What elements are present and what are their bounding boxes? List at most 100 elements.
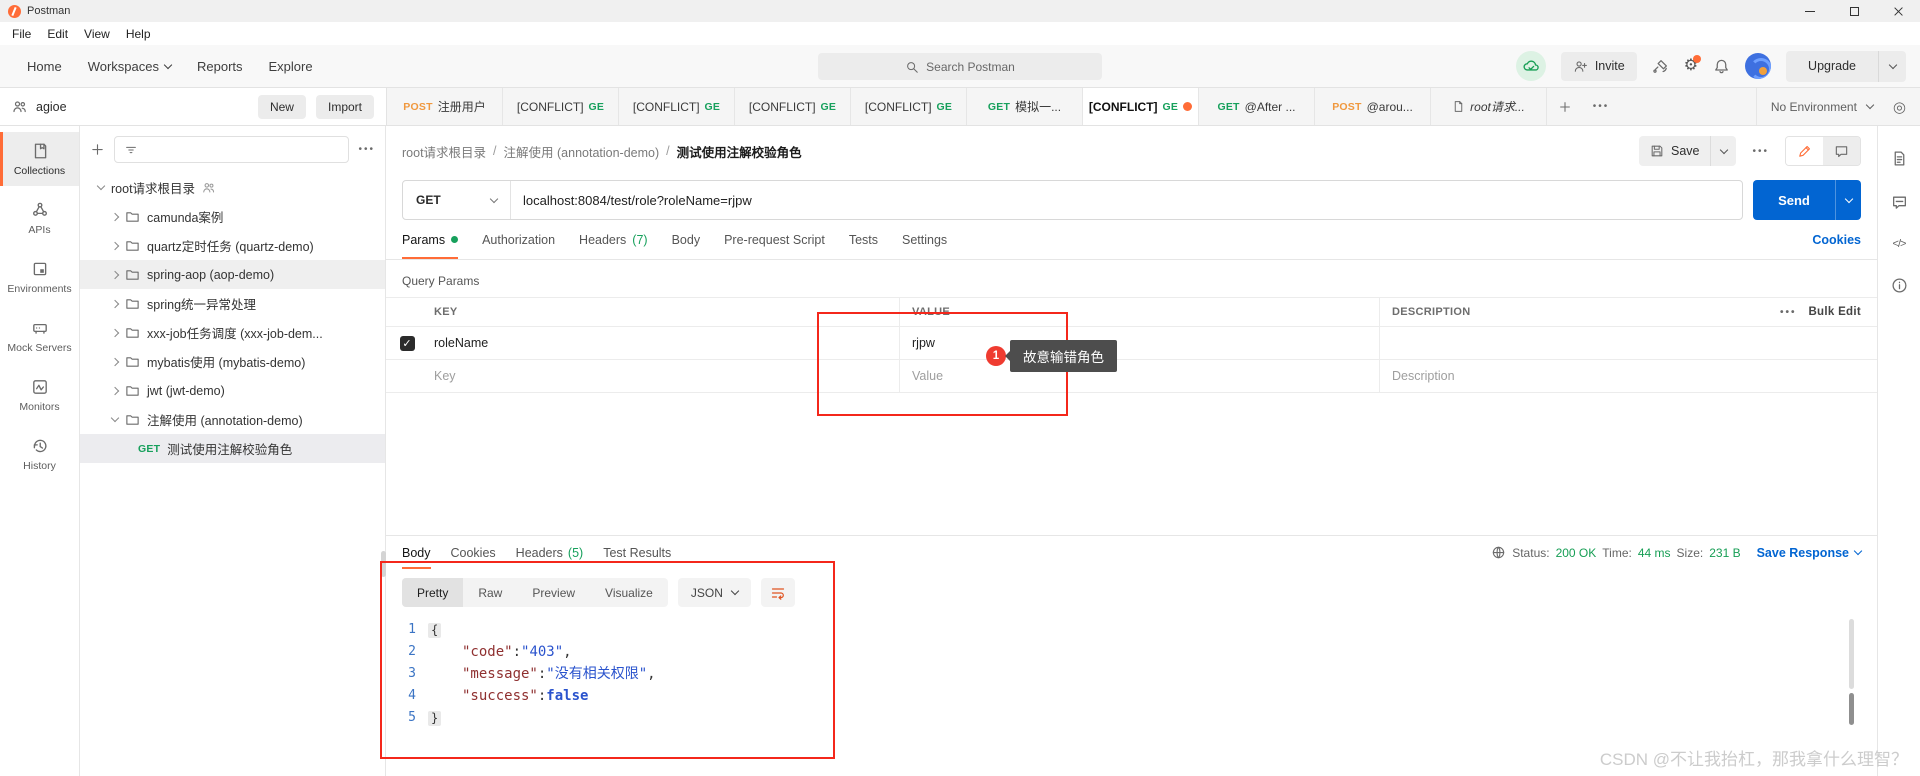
send-button[interactable]: Send: [1753, 180, 1861, 220]
tab-authorization[interactable]: Authorization: [482, 220, 555, 259]
placeholder-description-cell[interactable]: Description: [1379, 360, 1777, 392]
view-pretty[interactable]: Pretty: [402, 578, 464, 607]
view-raw[interactable]: Raw: [463, 578, 517, 607]
method-select[interactable]: GET: [403, 181, 511, 219]
line-number[interactable]: 2: [386, 641, 428, 663]
line-number[interactable]: 4: [386, 685, 428, 707]
bell-icon[interactable]: [1713, 58, 1730, 75]
folder-spring-aop[interactable]: spring-aop (aop-demo): [80, 260, 385, 289]
tab-conflict-4[interactable]: [CONFLICT] GE: [851, 88, 967, 125]
cookies-link[interactable]: Cookies: [1812, 220, 1861, 259]
tab-root-doc[interactable]: root请求...: [1431, 88, 1547, 125]
upgrade-button[interactable]: Upgrade: [1786, 50, 1906, 82]
invite-button[interactable]: Invite: [1560, 51, 1637, 81]
nav-workspaces[interactable]: Workspaces: [75, 51, 184, 82]
param-value-cell[interactable]: rjpw: [899, 327, 1379, 359]
new-tab-button[interactable]: [1547, 88, 1583, 125]
close-button[interactable]: [1876, 0, 1920, 22]
request-more-button[interactable]: •••: [1752, 146, 1769, 157]
url-input[interactable]: [511, 192, 1742, 208]
folder-mybatis[interactable]: mybatis使用 (mybatis-demo): [80, 347, 385, 376]
menu-help[interactable]: Help: [118, 24, 159, 44]
tab-headers[interactable]: Headers (7): [579, 220, 648, 259]
folder-annotation[interactable]: 注解使用 (annotation-demo): [80, 405, 385, 434]
tab-settings[interactable]: Settings: [902, 220, 947, 259]
tab-conflict-active[interactable]: [CONFLICT] GE: [1083, 88, 1199, 125]
comment-mode-button[interactable]: [1823, 137, 1860, 165]
rail-history[interactable]: History: [0, 427, 79, 481]
sidebar-resize-handle[interactable]: [381, 551, 386, 577]
save-button[interactable]: Save: [1638, 136, 1737, 166]
fold-close-brace[interactable]: }: [428, 710, 442, 726]
menu-file[interactable]: File: [4, 24, 39, 44]
rail-apis[interactable]: APIs: [0, 191, 79, 245]
environment-quick-look-icon[interactable]: ◎: [1893, 98, 1906, 116]
wrap-lines-button[interactable]: [760, 578, 795, 607]
tab-register-user[interactable]: POST 注册用户: [387, 88, 503, 125]
tab-tests[interactable]: Tests: [849, 220, 878, 259]
code-snippet-icon[interactable]: </>: [1893, 238, 1907, 250]
save-response-button[interactable]: Save Response: [1757, 546, 1863, 560]
maximize-button[interactable]: [1832, 0, 1876, 22]
tab-conflict-3[interactable]: [CONFLICT] GE: [735, 88, 851, 125]
avatar[interactable]: [1745, 53, 1772, 79]
upgrade-dropdown[interactable]: [1878, 50, 1906, 82]
view-visualize[interactable]: Visualize: [590, 578, 668, 607]
filter-input[interactable]: [114, 136, 350, 163]
response-tab-cookies[interactable]: Cookies: [451, 536, 496, 569]
line-number[interactable]: 5: [386, 707, 428, 729]
placeholder-value-cell[interactable]: Value: [899, 360, 1379, 392]
folder-quartz[interactable]: quartz定时任务 (quartz-demo): [80, 231, 385, 260]
param-key-cell[interactable]: roleName: [428, 336, 899, 350]
response-scrollbar-thumb[interactable]: [1849, 693, 1854, 725]
import-button[interactable]: Import: [315, 94, 374, 119]
folder-jwt[interactable]: jwt (jwt-demo): [80, 376, 385, 405]
sync-status-button[interactable]: [1515, 51, 1546, 81]
info-icon[interactable]: [1891, 277, 1908, 294]
nav-explore[interactable]: Explore: [256, 51, 326, 82]
tab-body[interactable]: Body: [672, 220, 701, 259]
rail-collections[interactable]: Collections: [0, 132, 79, 186]
fold-open-brace[interactable]: {: [428, 622, 442, 638]
sidebar-more-button[interactable]: •••: [358, 144, 375, 155]
tab-conflict-2[interactable]: [CONFLICT] GE: [619, 88, 735, 125]
tab-params[interactable]: Params: [402, 220, 459, 259]
folder-xxx-job[interactable]: xxx-job任务调度 (xxx-job-dem...: [80, 318, 385, 347]
response-scrollbar-track[interactable]: [1849, 619, 1854, 689]
rail-mock-servers[interactable]: Mock Servers: [0, 309, 79, 363]
workspace-name[interactable]: agioe: [36, 100, 67, 114]
nav-home[interactable]: Home: [14, 51, 75, 82]
param-checkbox[interactable]: ✓: [399, 335, 415, 351]
tab-options-button[interactable]: •••: [1583, 88, 1619, 125]
plus-icon[interactable]: [90, 142, 105, 157]
view-preview[interactable]: Preview: [517, 578, 590, 607]
request-item-selected[interactable]: GET 测试使用注解校验角色: [80, 434, 385, 463]
rail-environments[interactable]: Environments: [0, 250, 79, 304]
comments-icon[interactable]: [1891, 194, 1908, 211]
collection-root[interactable]: root请求根目录: [80, 173, 385, 202]
format-select[interactable]: JSON: [677, 578, 751, 607]
satellite-icon[interactable]: [1652, 58, 1669, 75]
environment-selector[interactable]: No Environment: [1771, 100, 1857, 114]
params-more-button[interactable]: •••: [1780, 307, 1797, 318]
tab-conflict-1[interactable]: [CONFLICT] GE: [503, 88, 619, 125]
edit-mode-button[interactable]: [1786, 137, 1823, 165]
response-tab-test-results[interactable]: Test Results: [603, 536, 671, 569]
breadcrumb-root[interactable]: root请求根目录: [402, 142, 486, 161]
folder-spring-exception[interactable]: spring统一异常处理: [80, 289, 385, 318]
line-number[interactable]: 1: [386, 619, 428, 641]
menu-view[interactable]: View: [76, 24, 118, 44]
placeholder-key-cell[interactable]: Key: [428, 369, 899, 383]
param-description-cell[interactable]: [1379, 327, 1777, 359]
tab-after[interactable]: GET @After ...: [1199, 88, 1315, 125]
tab-pre-request[interactable]: Pre-request Script: [724, 220, 825, 259]
search-input[interactable]: Search Postman: [818, 53, 1102, 80]
nav-reports[interactable]: Reports: [184, 51, 256, 82]
settings-button[interactable]: ⚙: [1684, 55, 1702, 74]
folder-camunda[interactable]: camunda案例: [80, 202, 385, 231]
bulk-edit-button[interactable]: Bulk Edit: [1808, 306, 1861, 318]
documentation-icon[interactable]: [1891, 150, 1908, 167]
response-tab-headers[interactable]: Headers (5): [516, 536, 584, 569]
minimize-button[interactable]: [1788, 0, 1832, 22]
breadcrumb-folder[interactable]: 注解使用 (annotation-demo): [504, 142, 660, 161]
